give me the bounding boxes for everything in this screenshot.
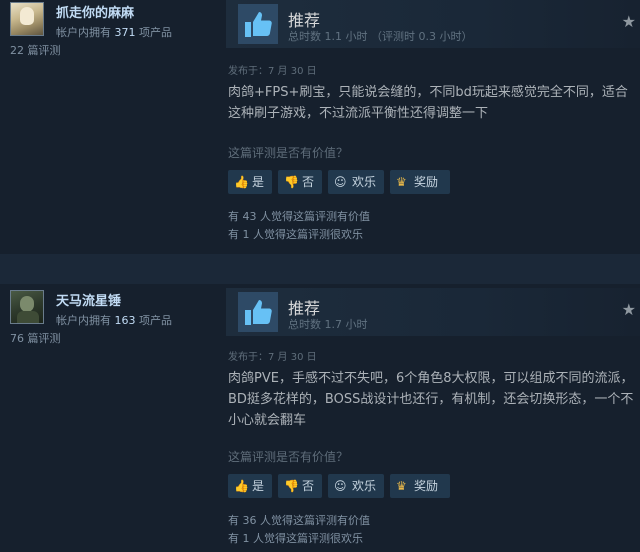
vote-yes-button[interactable]: 👍 是 xyxy=(228,474,272,498)
playtime: 总时数 1.1 小时 （评测时 0.3 小时） xyxy=(288,30,473,43)
star-icon: ★ xyxy=(621,12,636,31)
products-owned-count[interactable]: 163 xyxy=(115,314,136,327)
review-separator xyxy=(0,254,640,284)
products-owned: 帐户内拥有 371 项产品 xyxy=(56,24,172,40)
funny-count: 有 1 人觉得这篇评测很欢乐 xyxy=(228,228,363,241)
vote-funny-button[interactable]: ☺ 欢乐 xyxy=(328,170,384,194)
products-owned: 帐户内拥有 163 项产品 xyxy=(56,312,172,328)
vote-no-label: 否 xyxy=(302,479,315,493)
vote-funny-label: 欢乐 xyxy=(352,479,377,493)
thumbs-up-icon: 👍 xyxy=(234,175,249,189)
star-icon: ★ xyxy=(621,300,636,319)
avatar[interactable] xyxy=(10,290,44,324)
products-owned-prefix: 帐户内拥有 xyxy=(56,26,111,39)
verdict-header[interactable]: 推荐 总时数 1.1 小时 （评测时 0.3 小时） ★ xyxy=(226,0,640,48)
vote-no-label: 否 xyxy=(302,175,315,189)
review-text: 肉鸽+FPS+刷宝，只能说会缝的，不同bd玩起来感觉完全不同，适合这种刷子游戏，… xyxy=(228,85,628,121)
funny-count: 有 1 人觉得这篇评测很欢乐 xyxy=(228,532,363,545)
reviewer-name[interactable]: 抓走你的麻麻 xyxy=(56,2,134,21)
products-owned-prefix: 帐户内拥有 xyxy=(56,314,111,327)
review-count[interactable]: 76 篇评测 xyxy=(10,330,61,346)
vote-no-button[interactable]: 👎 否 xyxy=(278,170,322,194)
review-count[interactable]: 22 篇评测 xyxy=(10,42,61,58)
reviewer-panel: 天马流星锤 帐户内拥有 163 项产品 76 篇评测 xyxy=(0,284,216,552)
verdict-header[interactable]: 推荐 总时数 1.7 小时 ★ xyxy=(226,288,640,336)
vote-funny-button[interactable]: ☺ 欢乐 xyxy=(328,474,384,498)
products-owned-count[interactable]: 371 xyxy=(115,26,136,39)
reviewer-panel: 抓走你的麻麻 帐户内拥有 371 项产品 22 篇评测 xyxy=(0,0,216,254)
vote-yes-button[interactable]: 👍 是 xyxy=(228,170,272,194)
posted-date: 发布于：7 月 30 日 xyxy=(228,66,317,77)
vote-funny-label: 欢乐 xyxy=(352,175,377,189)
products-owned-suffix: 项产品 xyxy=(139,314,172,327)
vote-yes-label: 是 xyxy=(252,479,265,493)
thumbs-down-icon: 👎 xyxy=(284,175,299,189)
award-label: 奖励 xyxy=(414,479,439,493)
review-content: 推荐 总时数 1.7 小时 ★ 发布于：7 月 30 日 肉鸽PVE，手感不过不… xyxy=(216,284,640,552)
helpful-count: 有 36 人觉得这篇评测有价值 xyxy=(228,514,370,527)
award-icon: ♛ xyxy=(396,479,407,493)
thumbs-up-icon xyxy=(238,4,278,44)
helpful-count: 有 43 人觉得这篇评测有价值 xyxy=(228,210,370,223)
award-button[interactable]: ♛ 奖励 xyxy=(390,474,450,498)
helpful-question: 这篇评测是否有价值？ xyxy=(228,450,349,464)
helpful-question: 这篇评测是否有价值？ xyxy=(228,146,349,160)
review-content: 推荐 总时数 1.1 小时 （评测时 0.3 小时） ★ 发布于：7 月 30 … xyxy=(216,0,640,254)
review-text: 肉鸽PVE，手感不过不失吧，6个角色8大权限，可以组成不同的流派，BD挺多花样的… xyxy=(228,371,634,428)
posted-date: 发布于：7 月 30 日 xyxy=(228,352,317,363)
avatar[interactable] xyxy=(10,2,44,36)
award-button[interactable]: ♛ 奖励 xyxy=(390,170,450,194)
reviewer-name[interactable]: 天马流星锤 xyxy=(56,290,121,309)
thumbs-down-icon: 👎 xyxy=(284,479,299,493)
thumbs-up-icon xyxy=(238,292,278,332)
vote-no-button[interactable]: 👎 否 xyxy=(278,474,322,498)
award-icon: ♛ xyxy=(396,175,407,189)
playtime: 总时数 1.7 小时 xyxy=(288,318,368,331)
award-label: 奖励 xyxy=(414,175,439,189)
review-card: 天马流星锤 帐户内拥有 163 项产品 76 篇评测 推荐 总时数 1.7 小时… xyxy=(0,284,640,552)
review-card: 抓走你的麻麻 帐户内拥有 371 项产品 22 篇评测 推荐 总时数 1.1 小… xyxy=(0,0,640,254)
smiley-icon: ☺ xyxy=(334,175,347,189)
smiley-icon: ☺ xyxy=(334,479,347,493)
vote-yes-label: 是 xyxy=(252,175,265,189)
products-owned-suffix: 项产品 xyxy=(139,26,172,39)
thumbs-up-icon: 👍 xyxy=(234,479,249,493)
